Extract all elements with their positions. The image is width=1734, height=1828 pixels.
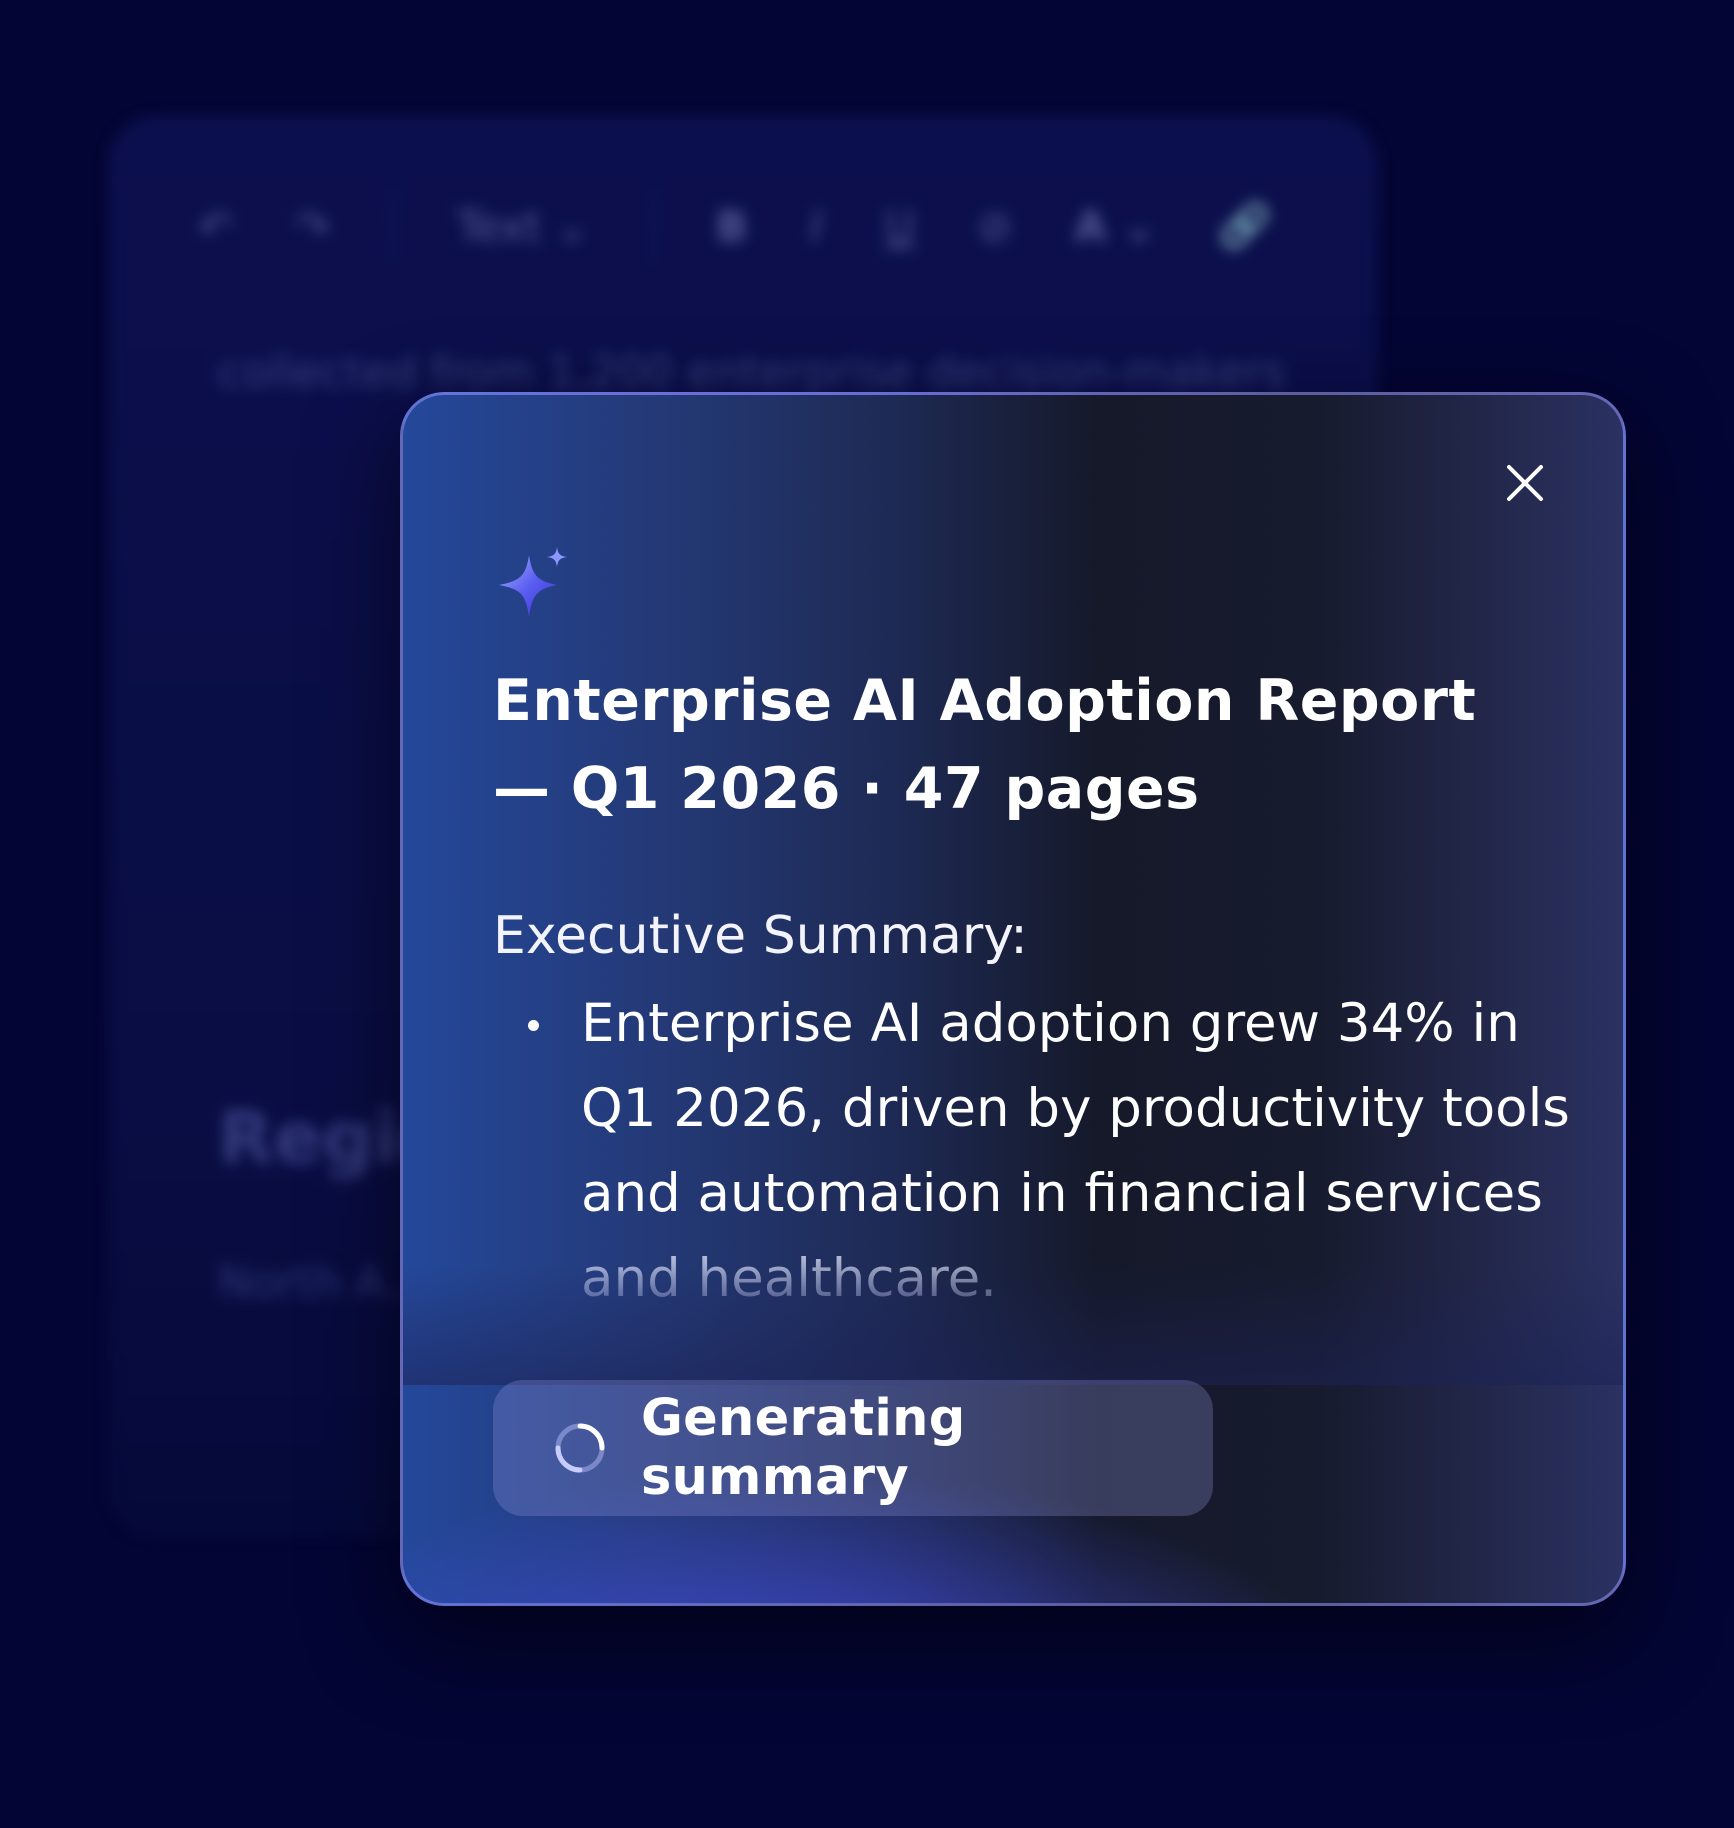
list-item: Enterprise AI adoption grew 34% in Q1 20… xyxy=(493,981,1573,1321)
generating-summary-label: Generating summary xyxy=(641,1389,966,1507)
sparkle-icon xyxy=(499,547,567,617)
chevron-down-icon: ⌄ xyxy=(1121,201,1157,251)
report-title: Enterprise AI Adoption Report — Q1 2026 … xyxy=(493,668,1477,822)
toolbar-divider xyxy=(392,191,395,261)
italic-button[interactable]: I xyxy=(810,202,822,251)
text-color-button[interactable]: A ⌄ xyxy=(1074,202,1156,251)
generating-summary-button[interactable]: Generating summary xyxy=(493,1380,1213,1516)
underline-button[interactable]: U xyxy=(884,202,915,251)
link-icon[interactable]: 🔗 xyxy=(1219,201,1271,251)
strikethrough-icon[interactable]: ⊘ xyxy=(977,202,1012,251)
editor-toolbar: ↶ ↷ Text ⌄ B I U ⊘ A ⌄ 🔗 xyxy=(198,176,1318,276)
spinner-icon xyxy=(555,1423,605,1473)
undo-icon[interactable]: ↶ xyxy=(198,202,233,251)
text-style-label: Text xyxy=(456,201,542,251)
summary-card: Enterprise AI Adoption Report — Q1 2026 … xyxy=(400,392,1626,1606)
summary-bullets: Enterprise AI adoption grew 34% in Q1 20… xyxy=(493,981,1573,1321)
chevron-down-icon: ⌄ xyxy=(554,201,590,251)
text-style-select[interactable]: Text ⌄ xyxy=(456,202,590,251)
text-color-label: A xyxy=(1074,201,1107,251)
bold-button[interactable]: B xyxy=(716,202,748,251)
section-label: Executive Summary: xyxy=(493,906,1028,966)
toolbar-divider xyxy=(651,191,654,261)
redo-icon[interactable]: ↷ xyxy=(295,202,330,251)
close-icon[interactable] xyxy=(1503,461,1547,505)
